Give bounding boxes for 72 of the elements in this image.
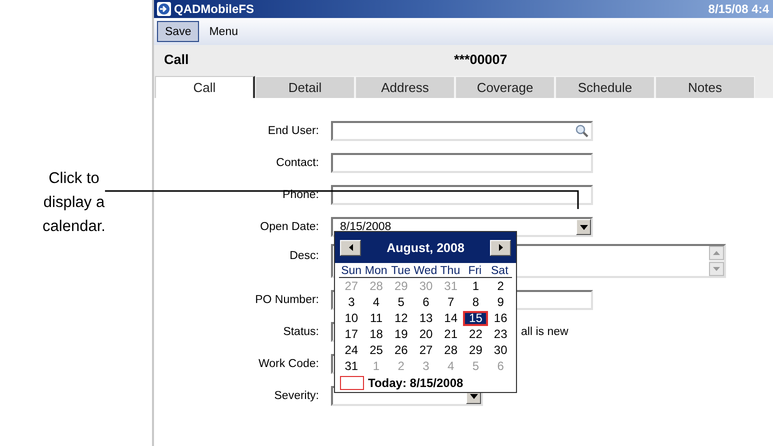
today-marker <box>340 376 364 390</box>
calendar-day[interactable]: 29 <box>463 343 488 358</box>
app-icon <box>157 2 171 16</box>
tab[interactable]: Call <box>155 76 255 98</box>
input-field[interactable] <box>331 153 593 173</box>
input-field[interactable] <box>331 185 593 205</box>
tab[interactable]: Notes <box>655 76 755 98</box>
tab[interactable]: Detail <box>255 76 355 98</box>
search-icon <box>575 124 589 138</box>
calendar-day[interactable]: 5 <box>388 295 414 310</box>
weekday-label: Thu <box>439 265 462 277</box>
calendar-day[interactable]: 15 <box>463 311 488 326</box>
calendar-day[interactable]: 25 <box>364 343 389 358</box>
calendar-day[interactable]: 27 <box>414 343 438 358</box>
calendar-day[interactable]: 10 <box>339 311 364 326</box>
calendar-day[interactable]: 11 <box>364 311 389 326</box>
calendar-day[interactable]: 4 <box>364 295 389 310</box>
field-label: Severity: <box>273 390 320 402</box>
field-label: End User: <box>266 125 320 137</box>
calendar-day[interactable]: 20 <box>414 327 438 342</box>
field-label: Status: <box>282 326 320 338</box>
calendar-day[interactable]: 23 <box>488 327 513 342</box>
record-title: Call <box>164 52 190 67</box>
tab[interactable]: Schedule <box>555 76 655 98</box>
calendar-day[interactable]: 22 <box>463 327 488 342</box>
input-field[interactable] <box>331 121 593 141</box>
record-number: ***00007 <box>454 52 508 67</box>
calendar-day[interactable]: 8 <box>463 295 488 310</box>
window-title: QADMobileFS <box>174 2 255 16</box>
calendar-day[interactable]: 2 <box>488 279 513 294</box>
calendar-day[interactable]: 21 <box>438 327 464 342</box>
calendar-day[interactable]: 12 <box>388 311 414 326</box>
weekday-label: Fri <box>467 265 483 277</box>
calendar-day[interactable]: 17 <box>339 327 364 342</box>
field-label: Open Date: <box>259 221 320 233</box>
annotation-text: Click to display a calendar. <box>42 169 106 237</box>
calendar-day[interactable]: 30 <box>488 343 513 358</box>
save-button[interactable]: Save <box>157 21 200 42</box>
calendar-day[interactable]: 24 <box>339 343 364 358</box>
left-arrow-icon <box>348 244 352 251</box>
today-link[interactable]: Today: 8/15/2008 <box>368 376 464 390</box>
right-arrow-icon <box>498 244 502 251</box>
weekday-label: Wed <box>413 265 438 277</box>
status-note: all is new <box>521 326 568 338</box>
calendar-day[interactable]: 1 <box>463 279 488 294</box>
tab[interactable]: Coverage <box>455 76 555 98</box>
weekday-label: Sat <box>490 265 510 277</box>
calendar-day[interactable]: 16 <box>488 311 513 326</box>
tab[interactable]: Address <box>355 76 455 98</box>
calendar-day[interactable]: 9 <box>488 295 513 310</box>
field-label: Contact: <box>275 157 320 169</box>
previous-month-button[interactable] <box>340 240 361 256</box>
weekday-label: Mon <box>364 265 388 277</box>
calendar-day[interactable]: 31 <box>339 359 364 374</box>
calendar-day[interactable]: 14 <box>438 311 464 326</box>
field-label: Work Code: <box>257 358 320 370</box>
next-month-button[interactable] <box>490 240 511 256</box>
weekday-label: Sun <box>340 265 363 277</box>
calendar-day[interactable]: 28 <box>438 343 464 358</box>
calendar-day[interactable]: 19 <box>388 327 414 342</box>
calendar-day[interactable]: 26 <box>388 343 414 358</box>
calendar-day[interactable]: 3 <box>339 295 364 310</box>
calendar-day[interactable]: 6 <box>414 295 438 310</box>
field-label: PO Number: <box>254 294 320 306</box>
calendar-day[interactable]: 18 <box>364 327 389 342</box>
month-title: August, 2008 <box>386 240 464 254</box>
calendar-day[interactable]: 7 <box>438 295 464 310</box>
weekday-label: Tue <box>390 265 412 277</box>
calendar-day[interactable]: 13 <box>414 311 438 326</box>
clock-text: 8/15/08 4:4 <box>708 2 769 16</box>
menu-button[interactable]: Menu <box>203 26 244 38</box>
field-label: Desc: <box>288 249 320 262</box>
